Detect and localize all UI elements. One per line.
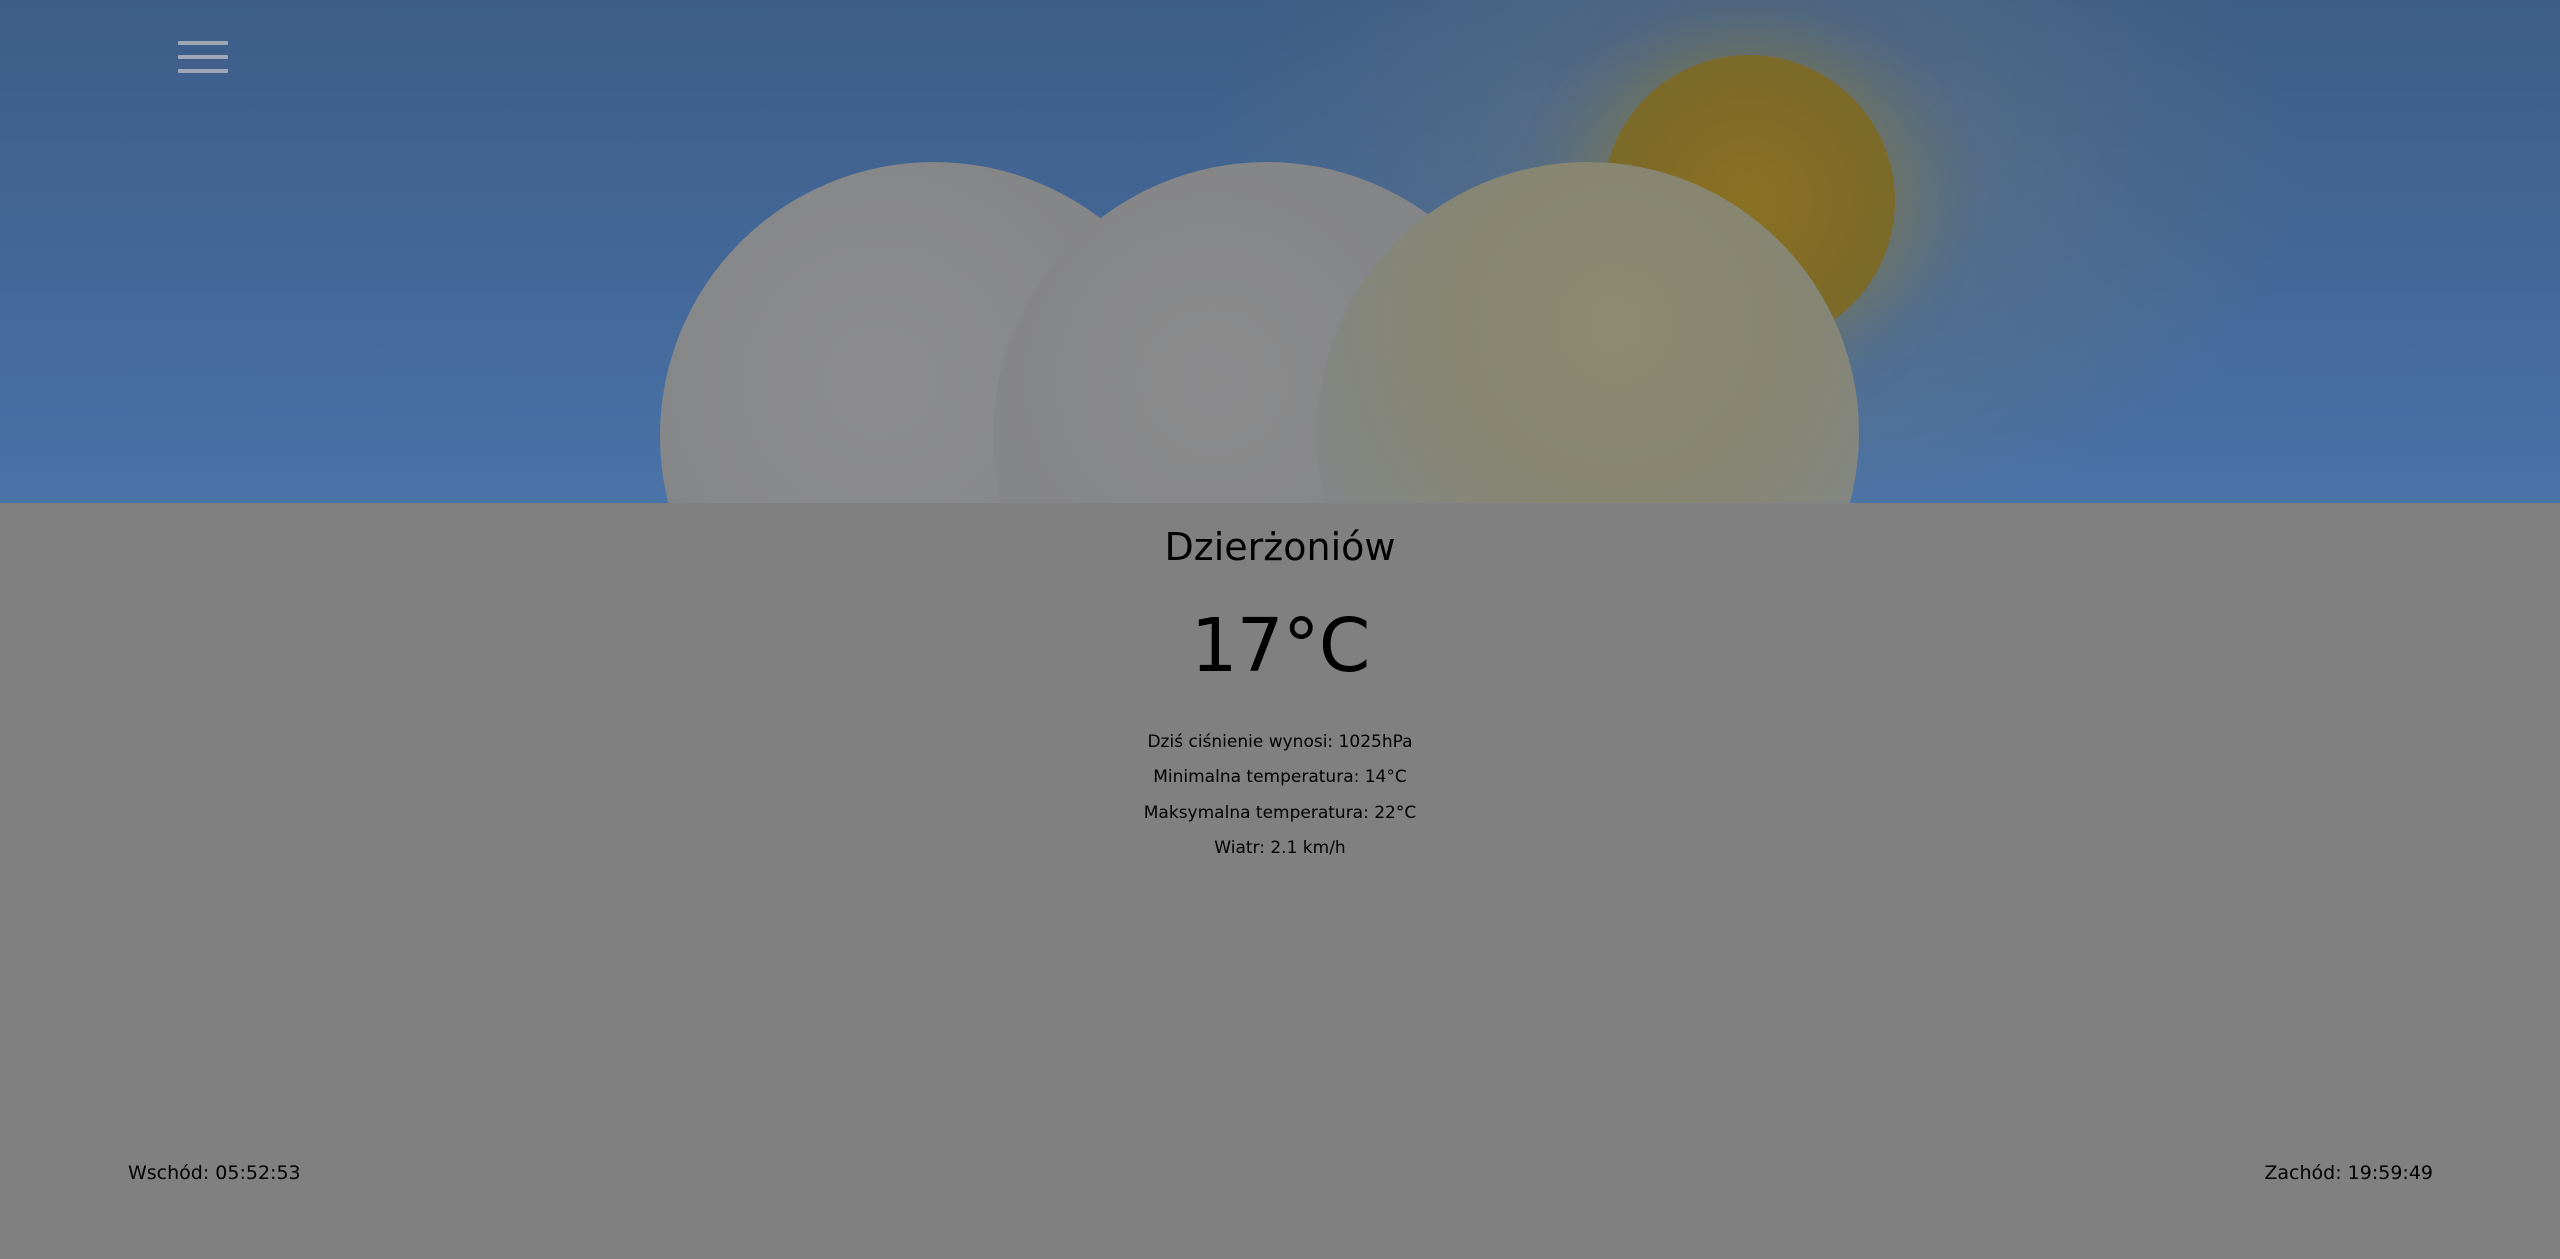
- wind-text: Wiatr: 2.1 km/h: [1214, 838, 1346, 858]
- menu-bar: [178, 41, 228, 45]
- sunset-time: Zachód: 19:59:49: [2264, 1162, 2433, 1184]
- sunrise-time: Wschód: 05:52:53: [128, 1162, 301, 1184]
- current-temperature: 17°C: [1190, 603, 1371, 689]
- hamburger-menu-icon[interactable]: [176, 40, 230, 76]
- weather-illustration: [0, 0, 2560, 503]
- menu-bar: [178, 55, 228, 59]
- weather-details-panel: Dzierżoniów 17°C Dziś ciśnienie wynosi: …: [0, 503, 2560, 1259]
- min-temperature-text: Minimalna temperatura: 14°C: [1153, 767, 1407, 787]
- menu-bar: [178, 69, 228, 73]
- pressure-text: Dziś ciśnienie wynosi: 1025hPa: [1147, 732, 1413, 752]
- city-name: Dzierżoniów: [1164, 525, 1396, 569]
- max-temperature-text: Maksymalna temperatura: 22°C: [1143, 803, 1417, 823]
